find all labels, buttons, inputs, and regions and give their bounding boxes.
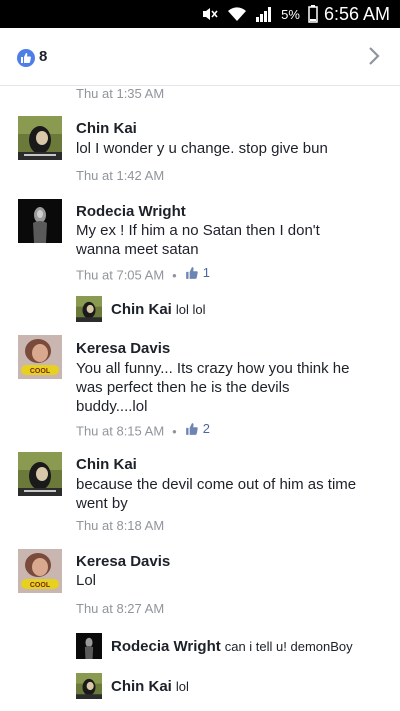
like-count[interactable]: 8 [39, 48, 47, 65]
reply-author[interactable]: Chin Kai [111, 301, 172, 318]
comment-meta: Thu at 8:15 AM • 2 [76, 421, 210, 439]
mute-icon [201, 6, 219, 22]
comment-timestamp: Thu at 7:05 AM [76, 267, 165, 283]
comment-text-line: wanna meet satan [76, 241, 199, 258]
comment-author[interactable]: Keresa Davis [76, 340, 170, 357]
comment-likes[interactable]: 1 [185, 265, 210, 280]
comment-timestamp: Thu at 1:35 AM [76, 86, 165, 101]
signal-icon [255, 6, 273, 22]
comment-author[interactable]: Chin Kai [76, 456, 137, 473]
avatar-keresa-davis[interactable]: COOL [18, 335, 62, 379]
comment-text-line: because the devil come out of him as tim… [76, 476, 357, 493]
clock: 6:56 AM [323, 3, 390, 24]
comment-text-line: You all funny... Its crazy how you think… [76, 360, 350, 377]
avatar-keresa-davis[interactable]: COOL [18, 549, 62, 593]
reply-text: can i tell u! demonBoy [224, 639, 353, 654]
svg-text:COOL: COOL [30, 368, 51, 375]
comment-text-line: went by [76, 495, 128, 512]
battery-percent: 5% [281, 6, 300, 22]
reply-author[interactable]: Rodecia Wright [111, 638, 221, 655]
comment-likes[interactable]: 2 [185, 421, 210, 436]
meta-separator: • [172, 423, 177, 439]
reply-item[interactable]: Chin Kai lol [111, 678, 189, 695]
status-icons: 5% 6:56 AM [193, 3, 390, 25]
reply-author[interactable]: Chin Kai [111, 678, 172, 695]
comment-timestamp: Thu at 1:42 AM [76, 168, 165, 183]
comment-meta: Thu at 7:05 AM • 1 [76, 265, 210, 283]
battery-icon [308, 5, 318, 23]
like-count: 2 [202, 421, 210, 436]
avatar-rodecia-wright[interactable] [18, 199, 62, 243]
thumbs-up-icon [185, 422, 198, 435]
svg-text:COOL: COOL [30, 582, 51, 589]
avatar-chin-kai[interactable] [18, 116, 62, 160]
wifi-icon [227, 6, 247, 22]
status-bar: 5% 6:56 AM [0, 0, 400, 28]
comment-text-line: buddy....lol [76, 398, 148, 415]
comment-author[interactable]: Rodecia Wright [76, 203, 186, 220]
avatar-chin-kai-small[interactable] [76, 296, 102, 322]
avatar-rodecia-wright-small[interactable] [76, 633, 102, 659]
comment-timestamp: Thu at 8:15 AM [76, 423, 165, 439]
reply-text: lol lol [175, 302, 206, 317]
comment-text: lol I wonder y u change. stop give bun [76, 140, 328, 157]
comment-author[interactable]: Chin Kai [76, 120, 137, 137]
reactions-header: 8 [0, 28, 400, 86]
comment-timestamp: Thu at 8:27 AM [76, 601, 165, 616]
comment-text-line: My ex ! If him a no Satan then I don't [76, 222, 320, 239]
avatar-chin-kai[interactable] [18, 452, 62, 496]
comment-text-line: was perfect then he is the devils [76, 379, 290, 396]
comment-timestamp: Thu at 8:18 AM [76, 518, 165, 533]
avatar-chin-kai-small[interactable] [76, 673, 102, 699]
chevron-right-icon[interactable] [368, 46, 380, 71]
reply-item[interactable]: Rodecia Wright can i tell u! demonBoy [111, 638, 353, 655]
comment-author[interactable]: Keresa Davis [76, 553, 170, 570]
comment-text: Lol [76, 572, 97, 589]
reply-item[interactable]: Chin Kai lol lol [111, 301, 205, 318]
like-badge-icon[interactable] [17, 49, 35, 67]
thumbs-up-icon [185, 266, 198, 279]
like-count: 1 [202, 265, 210, 280]
reply-text: lol [175, 679, 189, 694]
meta-separator: • [172, 267, 177, 283]
